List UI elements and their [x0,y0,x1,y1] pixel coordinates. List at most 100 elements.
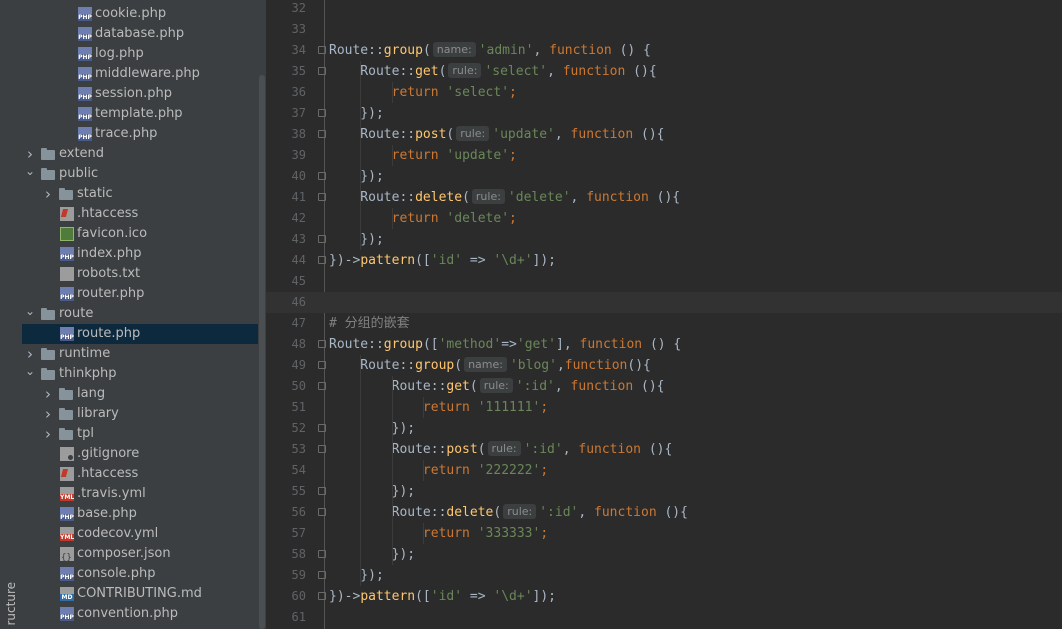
fold-marker-icon[interactable] [318,235,326,243]
chevron-down-icon[interactable]: ⌄ [25,364,35,384]
code-line[interactable]: 58 }); [266,544,1062,565]
code-line[interactable]: 38 Route::post(rule:'update', function (… [266,124,1062,145]
code-line[interactable]: 48 Route::group(['method'=>'get'], functi… [266,334,1062,355]
tree-folder-static[interactable]: › static [22,184,258,204]
fold-marker-icon[interactable] [318,592,326,600]
tree-file-trace-php[interactable]: trace.php [22,124,258,144]
code-line[interactable]: 42 return 'delete'; [266,208,1062,229]
code-line[interactable]: 44})->pattern(['id' => '\d+']); [266,250,1062,271]
code-line[interactable]: 59 }); [266,565,1062,586]
chevron-right-icon[interactable]: › [43,184,53,204]
tree-file-database-php[interactable]: database.php [22,24,258,44]
tree-file-middleware-php[interactable]: middleware.php [22,64,258,84]
code-line[interactable]: 43 }); [266,229,1062,250]
tree-item-label: session.php [95,86,172,101]
code-line[interactable]: 50 Route::get(rule: ':id', function (){ [266,376,1062,397]
code-text: Route::get(rule:'select', function (){ [329,61,657,82]
code-line[interactable]: 32 [266,0,1062,19]
tree-folder-tpl[interactable]: › tpl [22,424,258,444]
fold-marker-icon[interactable] [318,109,326,117]
tree-file-contributing-md[interactable]: CONTRIBUTING.md [22,584,258,604]
code-line[interactable]: 40 }); [266,166,1062,187]
tree-file-console-php[interactable]: console.php [22,564,258,584]
code-line[interactable]: 49 Route::group(name:'blog',function(){ [266,355,1062,376]
code-line[interactable]: 35 Route::get(rule:'select', function ()… [266,61,1062,82]
fold-marker-icon[interactable] [318,487,326,495]
fold-marker-icon[interactable] [318,46,326,54]
code-line[interactable]: 53 Route::post(rule: ':id', function (){ [266,439,1062,460]
tree-file-template-php[interactable]: template.php [22,104,258,124]
tree-scrollbar-thumb[interactable] [259,75,265,629]
tree-folder-thinkphp[interactable]: ⌄ thinkphp [22,364,258,384]
code-line[interactable]: 45 [266,271,1062,292]
tree-file-session-php[interactable]: session.php [22,84,258,104]
chevron-right-icon[interactable]: › [25,344,35,364]
chevron-right-icon[interactable]: › [43,384,53,404]
tree-file-route-php[interactable]: route.php [22,324,258,344]
code-line[interactable]: 52 }); [266,418,1062,439]
fold-marker-icon[interactable] [318,382,326,390]
code-line[interactable]: 34 Route::group(name:'admin', function ()… [266,40,1062,61]
tree-folder-extend[interactable]: › extend [22,144,258,164]
tree-file-composer-json[interactable]: composer.json [22,544,258,568]
php-file-icon [78,47,92,61]
tree-file-favicon-ico[interactable]: favicon.ico [22,224,258,244]
fold-marker-icon[interactable] [318,550,326,558]
tree-file--travis-yml[interactable]: .travis.yml [22,484,258,504]
tree-file-router-php[interactable]: router.php [22,284,258,304]
tree-folder-public[interactable]: ⌄ public [22,164,258,184]
tree-file-convention-php[interactable]: convention.php [22,604,258,624]
tree-file--htaccess[interactable]: .htaccess [22,464,258,484]
line-number: 49 [291,358,306,372]
tree-item-label: trace.php [95,126,158,141]
tree-file--htaccess[interactable]: .htaccess [22,204,258,224]
fold-marker-icon[interactable] [318,361,326,369]
fold-marker-icon[interactable] [318,508,326,516]
fold-marker-icon[interactable] [318,445,326,453]
fold-marker-icon[interactable] [318,172,326,180]
code-line[interactable]: 36 return 'select'; [266,82,1062,103]
tree-file-cookie-php[interactable]: cookie.php [22,4,258,24]
tree-folder-lang[interactable]: › lang [22,384,258,404]
code-line[interactable]: 54 return '222222'; [266,460,1062,481]
tree-file-codecov-yml[interactable]: codecov.yml [22,524,258,544]
tree-file-log-php[interactable]: log.php [22,44,258,64]
tree-item-label: favicon.ico [77,226,148,241]
code-line[interactable]: 60})->pattern(['id' => '\d+']); [266,586,1062,607]
chevron-right-icon[interactable]: › [43,404,53,424]
code-line[interactable]: 55 }); [266,481,1062,502]
structure-tool-tab[interactable]: ructure [4,582,18,626]
tree-scrollbar[interactable] [258,0,266,629]
code-line[interactable]: 37 }); [266,103,1062,124]
fold-marker-icon[interactable] [318,424,326,432]
code-line[interactable]: 57 return '333333'; [266,523,1062,544]
code-line[interactable]: 61 [266,607,1062,628]
fold-marker-icon[interactable] [318,193,326,201]
tree-file-base-php[interactable]: base.php [22,504,258,524]
code-line[interactable]: 47 # 分组的嵌套 [266,313,1062,334]
parameter-hint: rule: [456,126,490,141]
chevron-right-icon[interactable]: › [43,424,53,444]
chevron-right-icon[interactable]: › [25,144,35,164]
tree-folder-library[interactable]: › library [22,404,258,424]
tree-file--gitignore[interactable]: .gitignore [22,444,258,464]
tree-file-index-php[interactable]: index.php [22,244,258,264]
fold-marker-icon[interactable] [318,256,326,264]
chevron-down-icon[interactable]: ⌄ [25,164,35,184]
fold-marker-icon[interactable] [318,67,326,75]
fold-marker-icon[interactable] [318,571,326,579]
code-text: }); [329,166,384,187]
tree-folder-route[interactable]: ⌄ route [22,304,258,324]
code-line[interactable]: 56 Route::delete(rule: ':id', function ()… [266,502,1062,523]
code-line[interactable]: 39 return 'update'; [266,145,1062,166]
chevron-down-icon[interactable]: ⌄ [25,304,35,324]
tree-folder-runtime[interactable]: › runtime [22,344,258,364]
code-token: 'select' [446,85,510,100]
code-line[interactable]: 46 [266,292,1062,313]
code-line[interactable]: 41 Route::delete(rule:'delete', function… [266,187,1062,208]
fold-marker-icon[interactable] [318,340,326,348]
fold-marker-icon[interactable] [318,130,326,138]
code-line[interactable]: 33 [266,19,1062,40]
code-line[interactable]: 51 return '111111'; [266,397,1062,418]
tree-file-robots-txt[interactable]: robots.txt [22,264,258,284]
